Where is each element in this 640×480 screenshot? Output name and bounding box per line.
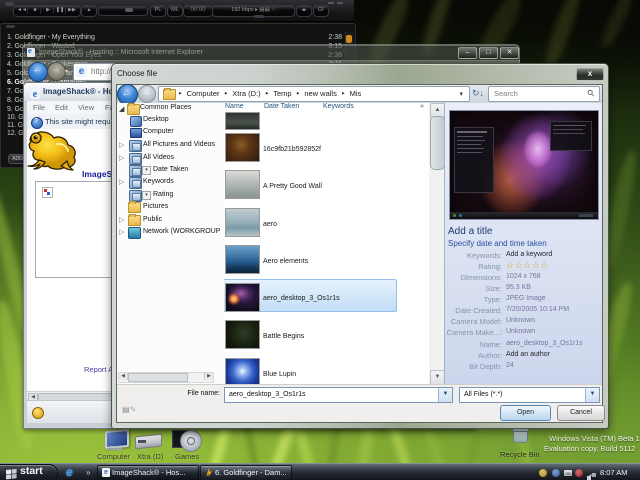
svg-text:e: e: [33, 89, 38, 99]
